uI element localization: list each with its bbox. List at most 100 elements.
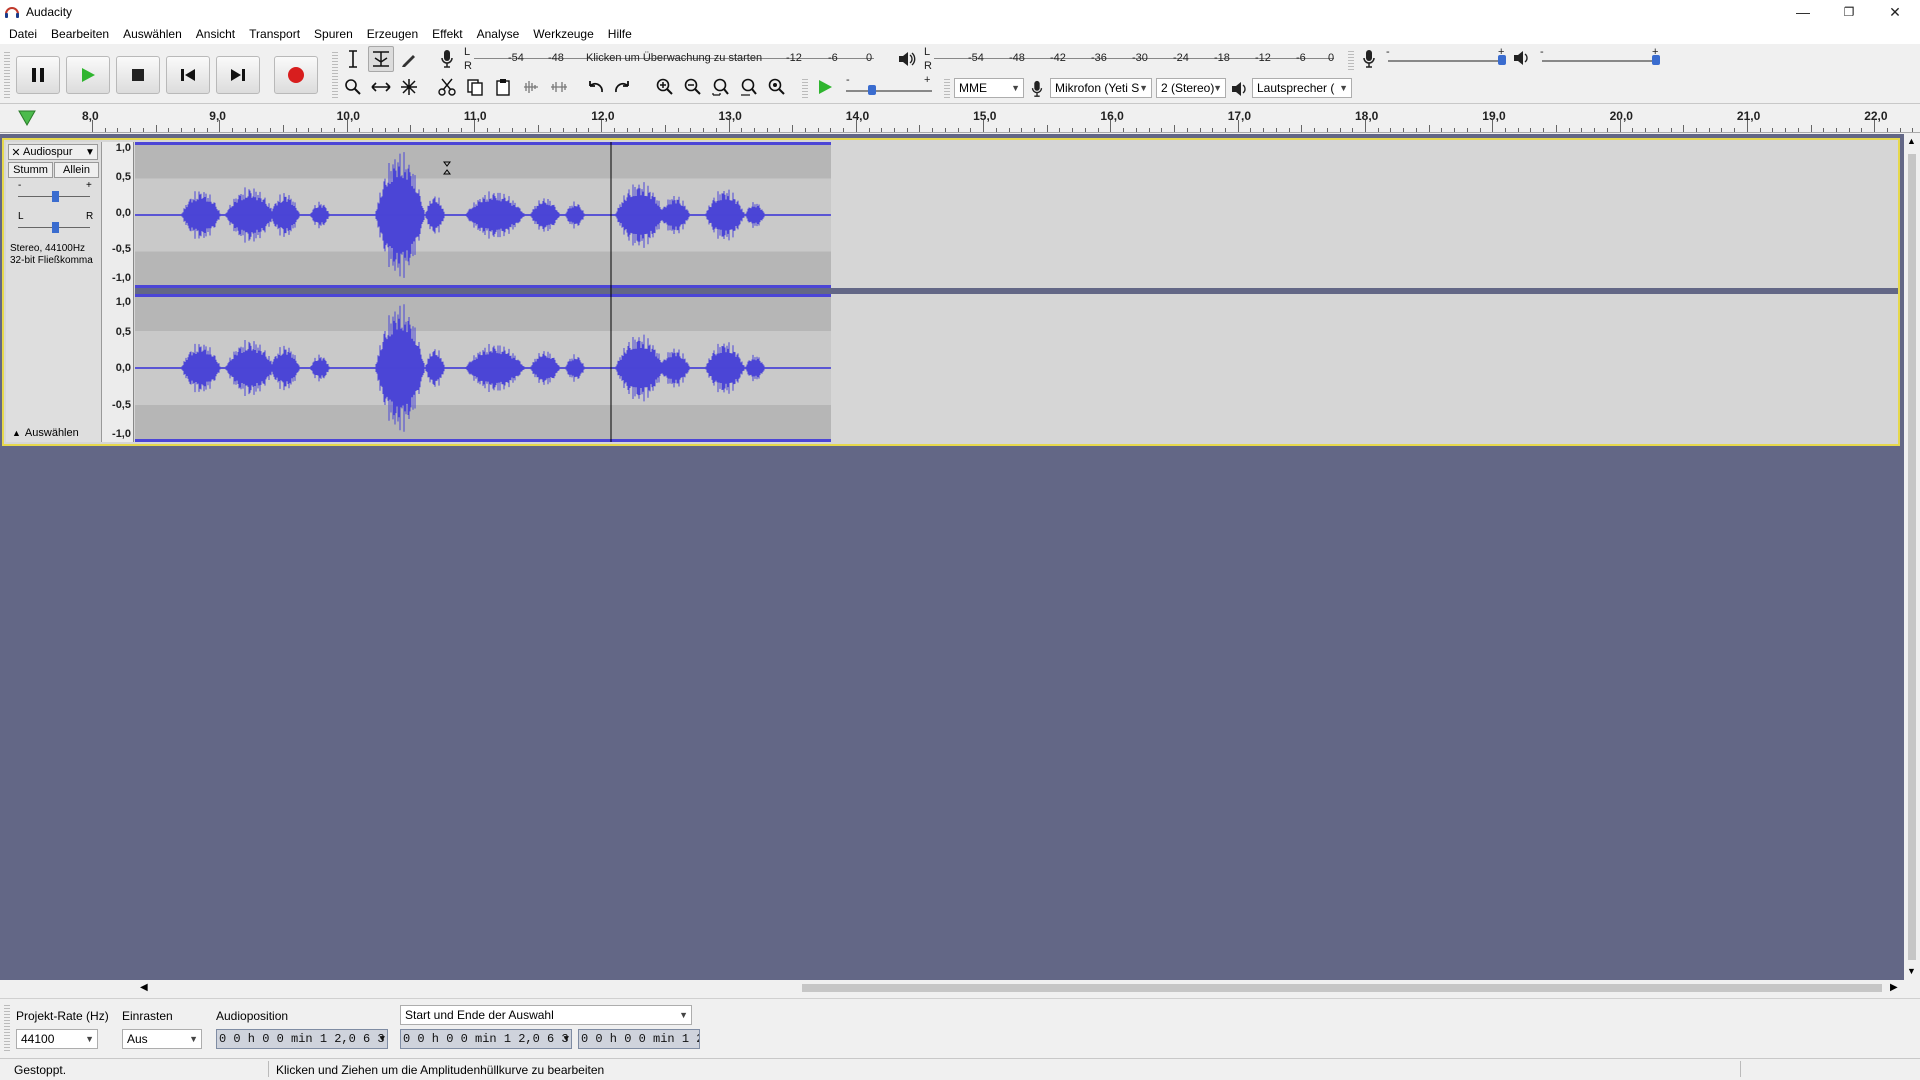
play-button[interactable] bbox=[66, 56, 110, 94]
envelope-tool-button[interactable] bbox=[368, 46, 394, 72]
skip-to-start-button[interactable] bbox=[166, 56, 210, 94]
menu-bearbeiten[interactable]: Bearbeiten bbox=[44, 24, 116, 44]
menu-werkzeuge[interactable]: Werkzeuge bbox=[526, 24, 600, 44]
menu-auswaehlen[interactable]: Auswählen bbox=[116, 24, 189, 44]
zoom-in-button[interactable] bbox=[652, 74, 678, 100]
recording-channels-select[interactable]: 2 (Stereo) ▼ bbox=[1156, 78, 1226, 98]
horizontal-scroll-thumb[interactable] bbox=[802, 984, 1882, 992]
scroll-right-icon[interactable]: ▶ bbox=[1890, 982, 1898, 993]
draw-tool-button[interactable] bbox=[396, 46, 422, 72]
toolbar-grip[interactable] bbox=[1348, 50, 1354, 70]
menu-transport[interactable]: Transport bbox=[242, 24, 307, 44]
waveform-display[interactable] bbox=[135, 142, 1898, 442]
menu-bar: Datei Bearbeiten Auswählen Ansicht Trans… bbox=[0, 24, 1920, 44]
status-divider bbox=[1740, 1061, 1741, 1077]
restore-button[interactable]: ❐ bbox=[1826, 0, 1872, 24]
redo-button[interactable] bbox=[610, 74, 636, 100]
solo-button[interactable]: Allein bbox=[54, 162, 99, 178]
scroll-up-icon[interactable]: ▲ bbox=[1907, 136, 1916, 146]
chevron-down-icon[interactable]: ▼ bbox=[380, 1030, 385, 1048]
track-name-button[interactable]: Audiospur bbox=[23, 146, 83, 158]
scroll-down-icon[interactable]: ▼ bbox=[1907, 966, 1916, 976]
audio-host-select[interactable]: MME ▼ bbox=[954, 78, 1024, 98]
menu-erzeugen[interactable]: Erzeugen bbox=[360, 24, 425, 44]
track-select-button[interactable]: ▲ Auswählen bbox=[8, 426, 98, 440]
pause-button[interactable] bbox=[16, 56, 60, 94]
ruler-tick bbox=[1657, 128, 1659, 132]
amplitude-ruler[interactable]: 1,0 0,5 0,0 -0,5 -1,0 1,0 0,5 0,0 -0,5 -… bbox=[102, 142, 134, 442]
ruler-tick bbox=[1479, 128, 1481, 132]
playback-device-select[interactable]: Lautsprecher (▼ bbox=[1252, 78, 1352, 98]
multi-tool-button[interactable] bbox=[396, 74, 422, 100]
record-meter-mic-button[interactable] bbox=[434, 46, 460, 72]
horizontal-scrollbar[interactable]: ◀ ▶ bbox=[0, 980, 1904, 996]
playback-volume-slider[interactable] bbox=[1542, 60, 1660, 62]
timeline-ruler[interactable]: 8,0 9,0 10,0 11,0 12,0 13,0 14,0 15,0 16,0 17,0 18… bbox=[0, 105, 1920, 133]
selection-mode-select[interactable]: Start und Ende der Auswahl ▼ bbox=[400, 1005, 692, 1025]
cut-button[interactable] bbox=[434, 74, 460, 100]
toolbar-grip[interactable] bbox=[4, 1005, 10, 1051]
zoom-toggle-button[interactable] bbox=[764, 74, 790, 100]
fit-project-button[interactable] bbox=[736, 74, 762, 100]
copy-button[interactable] bbox=[462, 74, 488, 100]
play-speed-slider[interactable] bbox=[846, 90, 932, 92]
undo-button[interactable] bbox=[582, 74, 608, 100]
trim-audio-button[interactable] bbox=[518, 74, 544, 100]
audio-position-field[interactable]: 0 0 h 0 0 min 1 2,0 6 3 sec▼ bbox=[216, 1029, 388, 1049]
record-button[interactable] bbox=[274, 56, 318, 94]
timeline-options-icon[interactable] bbox=[18, 110, 36, 126]
mute-button[interactable]: Stumm bbox=[8, 162, 53, 178]
toolbar-grip[interactable] bbox=[4, 52, 10, 98]
toolbar-grip[interactable] bbox=[802, 78, 808, 98]
menu-hilfe[interactable]: Hilfe bbox=[601, 24, 639, 44]
toolbar-grip[interactable] bbox=[332, 50, 338, 98]
play-meter-speaker-button[interactable] bbox=[894, 46, 920, 72]
stop-button[interactable] bbox=[116, 56, 160, 94]
time-shift-tool-button[interactable] bbox=[368, 74, 394, 100]
recording-volume-slider[interactable] bbox=[1388, 60, 1506, 62]
snap-select[interactable]: Aus ▼ bbox=[122, 1029, 202, 1049]
zoom-out-button[interactable] bbox=[680, 74, 706, 100]
play-speed-thumb[interactable] bbox=[868, 85, 876, 95]
paste-button[interactable] bbox=[490, 74, 516, 100]
collapse-track-icon[interactable]: ▲ bbox=[12, 428, 21, 438]
playback-volume-thumb[interactable] bbox=[1652, 55, 1660, 65]
chevron-down-icon: ▼ bbox=[1213, 83, 1222, 93]
gain-slider-thumb[interactable] bbox=[52, 191, 59, 202]
fit-selection-button[interactable] bbox=[708, 74, 734, 100]
project-rate-select[interactable]: 44100 ▼ bbox=[16, 1029, 98, 1049]
silence-audio-button[interactable] bbox=[546, 74, 572, 100]
selection-tool-button[interactable] bbox=[340, 46, 366, 72]
pan-slider-thumb[interactable] bbox=[52, 222, 59, 233]
ruler-tick bbox=[550, 128, 552, 132]
vertical-scrollbar[interactable]: ▲ ▼ bbox=[1904, 134, 1920, 980]
record-meter-prompt[interactable]: Klicken um Überwachung zu starten bbox=[586, 52, 762, 64]
selection-end-field[interactable]: 0 0 h 0 0 min 1 2,0 6 bbox=[578, 1029, 700, 1049]
play-at-speed-button[interactable] bbox=[812, 74, 838, 100]
close-button[interactable]: ✕ bbox=[1872, 0, 1918, 24]
close-track-icon[interactable]: ✕ bbox=[9, 146, 23, 159]
menu-spuren[interactable]: Spuren bbox=[307, 24, 360, 44]
menu-datei[interactable]: Datei bbox=[2, 24, 44, 44]
skip-to-end-button[interactable] bbox=[216, 56, 260, 94]
ruler-tick bbox=[1632, 128, 1634, 132]
stop-icon bbox=[132, 69, 144, 81]
recording-device-select[interactable]: Mikrofon (Yeti S ▼ bbox=[1050, 78, 1152, 98]
vertical-scroll-thumb[interactable] bbox=[1908, 154, 1916, 960]
menu-effekt[interactable]: Effekt bbox=[425, 24, 469, 44]
audio-track[interactable]: ✕ Audiospur ▼ Stumm Allein - + L R Stere… bbox=[2, 138, 1900, 446]
ruler-label: 18,0 bbox=[1355, 109, 1379, 123]
selection-start-field[interactable]: 0 0 h 0 0 min 1 2,0 6 3 sec▼ bbox=[400, 1029, 572, 1049]
chevron-down-icon[interactable]: ▼ bbox=[564, 1030, 569, 1048]
minimize-button[interactable]: — bbox=[1780, 0, 1826, 24]
zoom-tool-button[interactable] bbox=[340, 74, 366, 100]
menu-ansicht[interactable]: Ansicht bbox=[189, 24, 242, 44]
recording-volume-thumb[interactable] bbox=[1498, 55, 1506, 65]
ruler-label: 12,0 bbox=[591, 109, 615, 123]
track-area[interactable]: ✕ Audiospur ▼ Stumm Allein - + L R Stere… bbox=[0, 134, 1904, 980]
toolbar-grip[interactable] bbox=[944, 78, 950, 98]
project-rate-value: 44100 bbox=[21, 1032, 55, 1046]
track-menu-chevron-icon[interactable]: ▼ bbox=[83, 147, 97, 158]
menu-analyse[interactable]: Analyse bbox=[470, 24, 527, 44]
scroll-left-icon[interactable]: ◀ bbox=[140, 982, 148, 993]
